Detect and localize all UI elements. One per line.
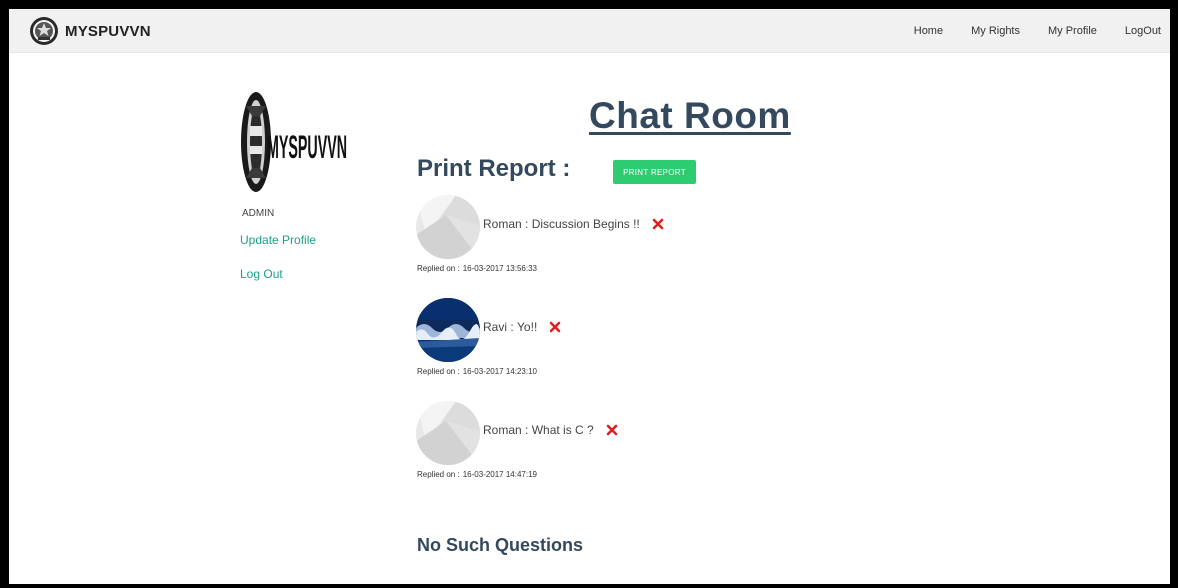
message-timestamp: Replied on :16-03-2017 14:47:19	[417, 470, 537, 479]
nav-home[interactable]: Home	[914, 25, 943, 37]
message-text: Roman : What is C ?	[483, 423, 618, 437]
sidebar-logo-text: MYSPUVVN	[267, 129, 347, 165]
print-report-button[interactable]: PRINT REPORT	[613, 160, 696, 184]
delete-icon[interactable]	[652, 218, 664, 230]
delete-icon[interactable]	[549, 321, 561, 333]
user-avatar	[416, 195, 480, 259]
message-body: Discussion Begins !!	[531, 217, 640, 231]
top-navbar: MYSPUVVN Home My Rights My Profile LogOu…	[9, 9, 1170, 53]
sidebar-logout-link[interactable]: Log Out	[240, 267, 283, 281]
nav-links: Home My Rights My Profile LogOut	[886, 9, 1161, 52]
brand-name: MYSPUVVN	[65, 22, 151, 40]
message-author: Roman	[483, 217, 522, 231]
message-body: What is C ?	[531, 423, 594, 437]
user-avatar	[416, 401, 480, 465]
message-timestamp: Replied on :16-03-2017 14:23:10	[417, 367, 537, 376]
message-timestamp: Replied on :16-03-2017 13:56:33	[417, 264, 537, 273]
nav-logout[interactable]: LogOut	[1125, 25, 1161, 37]
wave-avatar-icon	[416, 298, 480, 362]
brand-logo-icon	[30, 17, 58, 45]
brand[interactable]: MYSPUVVN	[29, 16, 151, 46]
page-title: Chat Room	[589, 95, 791, 136]
default-avatar-icon	[416, 195, 480, 259]
message-text: Ravi : Yo!!	[483, 320, 561, 334]
sidebar-logo-icon: MYSPUVVN	[241, 92, 347, 192]
message-body: Yo!!	[517, 320, 538, 334]
default-avatar-icon	[416, 401, 480, 465]
chat-message: Ravi : Yo!! Replied on :16-03-2017 14:23…	[416, 298, 816, 388]
nav-my-rights[interactable]: My Rights	[971, 25, 1020, 37]
message-author: Ravi	[483, 320, 508, 334]
sidebar-role: ADMIN	[242, 208, 275, 219]
no-questions-text: No Such Questions	[417, 535, 584, 555]
page-frame: MYSPUVVN Home My Rights My Profile LogOu…	[9, 9, 1170, 584]
chat-message: Roman : Discussion Begins !! Replied on …	[416, 195, 816, 285]
nav-my-profile[interactable]: My Profile	[1048, 25, 1097, 37]
message-text: Roman : Discussion Begins !!	[483, 217, 664, 231]
user-avatar	[416, 298, 480, 362]
sidebar-update-profile-link[interactable]: Update Profile	[240, 233, 316, 247]
message-author: Roman	[483, 423, 522, 437]
delete-icon[interactable]	[606, 424, 618, 436]
print-report-label: Print Report :	[417, 155, 571, 182]
chat-message: Roman : What is C ? Replied on :16-03-20…	[416, 401, 816, 491]
